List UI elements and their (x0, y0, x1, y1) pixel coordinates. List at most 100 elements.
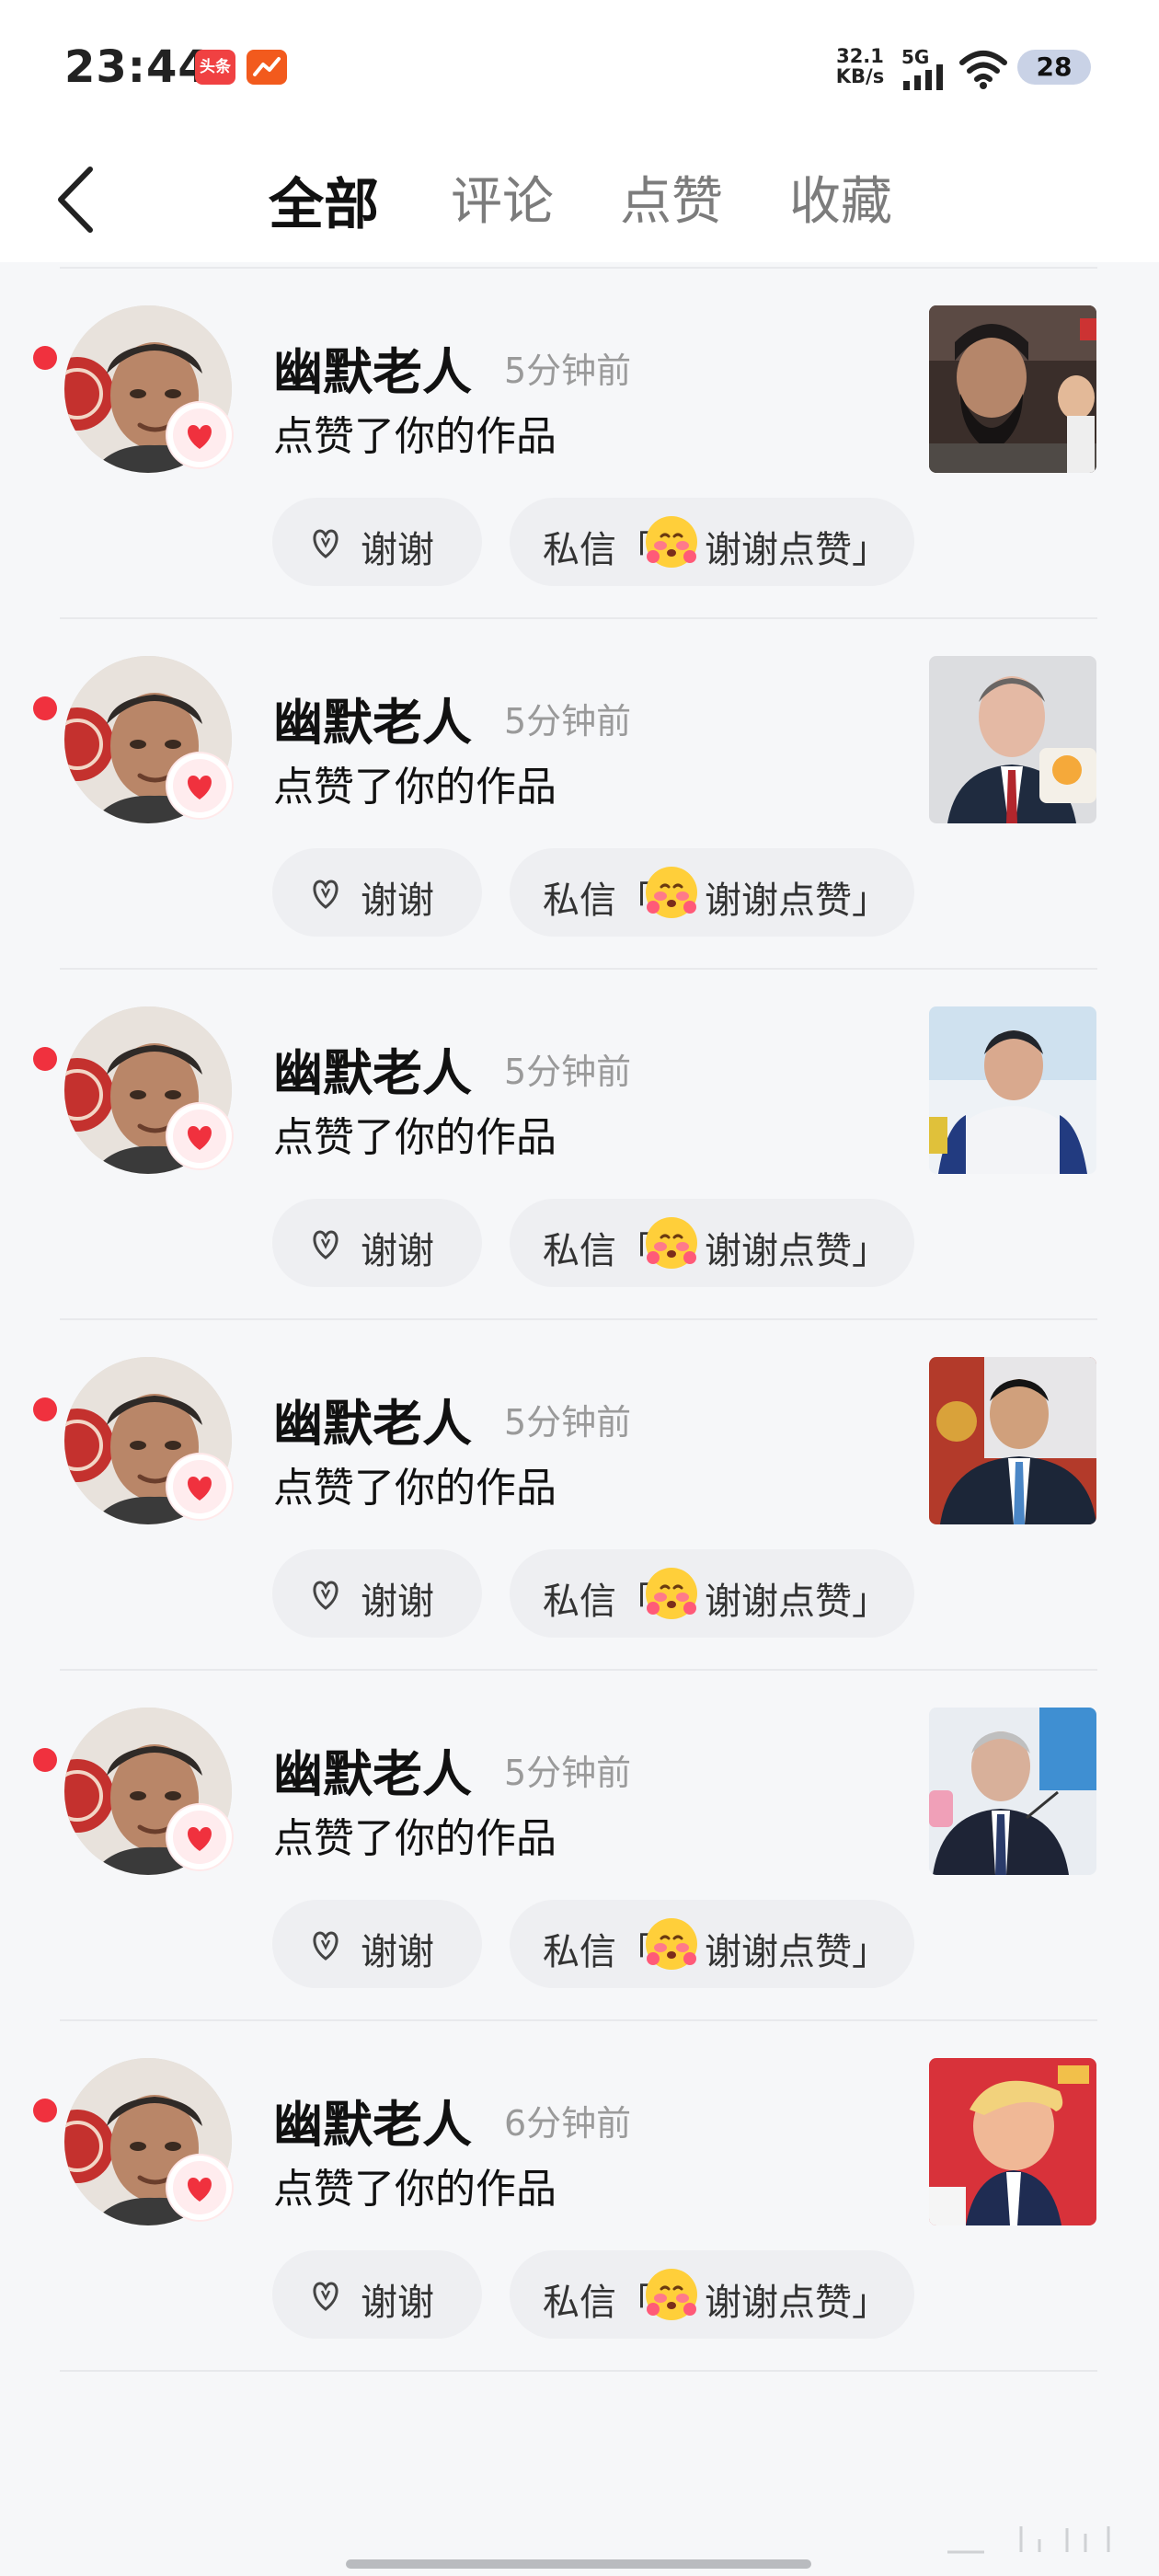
username[interactable]: 幽默老人 (273, 1032, 472, 1105)
blushing-emoji-icon (646, 2269, 697, 2320)
status-bar: 23:44 头条 32.1 KB/s 5G 28 (0, 0, 1159, 138)
action-text: 点赞了你的作品 (273, 1114, 557, 1161)
unread-dot (33, 346, 57, 370)
tab-comments[interactable]: 评论 (451, 160, 554, 235)
thanks-label: 谢谢 (361, 1581, 434, 1623)
notifications-screen: 点赞了你的作品谢谢私信「谢谢点赞」幽默老人5分钟前点赞了你的作品谢谢私信「谢谢点… (0, 0, 1159, 2576)
signal-icon (903, 64, 943, 90)
dm-thanks-button[interactable]: 私信「 谢谢点赞」 (510, 1549, 914, 1638)
network-speed-unit: KB/s (835, 65, 885, 87)
username[interactable]: 幽默老人 (273, 2084, 472, 2156)
work-thumbnail[interactable] (929, 1006, 1096, 1174)
heart-outline-icon (307, 1575, 344, 1612)
thanks-label: 谢谢 (361, 2282, 434, 2324)
home-indicator[interactable] (346, 2559, 811, 2569)
thanks-label: 谢谢 (361, 1931, 434, 1973)
tab-all[interactable]: 全部 (269, 160, 379, 240)
time-ago: 6分钟前 (504, 2103, 632, 2144)
heart-outline-icon (307, 874, 344, 911)
thanks-button[interactable]: 谢谢 (272, 1199, 482, 1287)
like-badge (167, 403, 232, 467)
network-speed: 32.1 KB/s (832, 46, 888, 86)
list-item[interactable]: 幽默老人 5分钟前点赞了你的作品谢谢 私信「 谢谢点赞」 (0, 1320, 1159, 1671)
blushing-emoji-icon (646, 1217, 697, 1269)
thanks-label: 谢谢 (361, 880, 434, 922)
action-text: 点赞了你的作品 (273, 764, 557, 811)
list-item[interactable]: 幽默老人 5分钟前 点赞了你的作品 谢谢 私信「 谢谢点赞」 (0, 1671, 1159, 2021)
action-text: 点赞了你的作品 (273, 1465, 557, 1512)
list-item[interactable]: 幽默老人 6分钟前 点赞了你的作品 谢谢 私信「 谢谢点赞」 (0, 2021, 1159, 2372)
watermark-lines (947, 2526, 1110, 2554)
work-thumbnail[interactable] (929, 2058, 1096, 2225)
username[interactable]: 幽默老人 (273, 331, 472, 404)
username[interactable]: 幽默老人 (273, 1733, 472, 1806)
clock: 23:44 (64, 41, 210, 93)
like-badge (167, 753, 232, 818)
tab-likes[interactable]: 点赞 (620, 160, 723, 235)
dm-prefix: 私信「 (543, 880, 653, 922)
blushing-emoji-icon (646, 516, 697, 568)
time-ago: 5分钟前 (504, 351, 632, 391)
work-thumbnail[interactable] (929, 1708, 1096, 1875)
dm-thanks-button[interactable]: 私信「 谢谢点赞」 (510, 1199, 914, 1287)
dm-thanks-button[interactable]: 私信「 谢谢点赞」 (510, 498, 914, 586)
thanks-button[interactable]: 谢谢 (272, 1900, 482, 1988)
heart-outline-icon (307, 1225, 344, 1261)
username[interactable]: 幽默老人 (273, 1383, 472, 1455)
dm-prefix: 私信「 (543, 1230, 653, 1272)
heart-outline-icon (307, 2276, 344, 2313)
dm-message: 谢谢点赞」 (705, 1581, 889, 1623)
action-text: 点赞了你的作品 (273, 413, 557, 460)
thanks-button[interactable]: 谢谢 (272, 1549, 482, 1638)
work-thumbnail[interactable] (929, 305, 1096, 473)
dm-message: 谢谢点赞」 (705, 529, 889, 571)
divider (60, 2370, 1097, 2372)
like-badge (167, 1104, 232, 1168)
thanks-button[interactable]: 谢谢 (272, 498, 482, 586)
thanks-button[interactable]: 谢谢 (272, 2250, 482, 2339)
like-badge (167, 1805, 232, 1869)
list-item[interactable]: 幽默老人 5分钟前 点赞了你的作品 谢谢 私信「 谢谢点赞」 (0, 970, 1159, 1320)
dm-message: 谢谢点赞」 (705, 880, 889, 922)
thanks-label: 谢谢 (361, 529, 434, 571)
thanks-button[interactable]: 谢谢 (272, 848, 482, 937)
dm-prefix: 私信「 (543, 1931, 653, 1973)
tab-favorites[interactable]: 收藏 (789, 160, 892, 235)
unread-dot (33, 1397, 57, 1421)
list-item[interactable]: 幽默老人 5分钟前 点赞了你的作品 谢谢 私信「 谢谢点赞」 (0, 619, 1159, 970)
like-badge (167, 1455, 232, 1519)
dm-prefix: 私信「 (543, 2282, 653, 2324)
heart-outline-icon (307, 523, 344, 560)
thanks-label: 谢谢 (361, 1230, 434, 1272)
unread-dot (33, 2099, 57, 2122)
unread-dot (33, 696, 57, 720)
list-item[interactable]: 幽默老人 5分钟前点赞了你的作品谢谢 私信「 谢谢点赞」 (0, 269, 1159, 619)
network-speed-value: 32.1 (836, 45, 884, 67)
blushing-emoji-icon (646, 867, 697, 918)
like-badge (167, 2156, 232, 2220)
time-ago: 5分钟前 (504, 1402, 632, 1443)
username[interactable]: 幽默老人 (273, 682, 472, 754)
dm-thanks-button[interactable]: 私信「 谢谢点赞」 (510, 848, 914, 937)
blushing-emoji-icon (646, 1568, 697, 1619)
top-nav: 全部 评论 点赞 收藏 (0, 138, 1159, 262)
unread-dot (33, 1748, 57, 1772)
battery-indicator: 28 (1017, 50, 1091, 85)
blushing-emoji-icon (646, 1918, 697, 1970)
chevron-left-icon (58, 167, 93, 233)
work-thumbnail[interactable] (929, 1357, 1096, 1524)
unread-dot (33, 1047, 57, 1071)
dm-message: 谢谢点赞」 (705, 1931, 889, 1973)
dm-prefix: 私信「 (543, 529, 653, 571)
action-text: 点赞了你的作品 (273, 1815, 557, 1862)
trend-app-icon (247, 50, 287, 85)
dm-message: 谢谢点赞」 (705, 2282, 889, 2324)
dm-thanks-button[interactable]: 私信「 谢谢点赞」 (510, 1900, 914, 1988)
work-thumbnail[interactable] (929, 656, 1096, 823)
toutiao-app-icon: 头条 (195, 50, 235, 85)
wifi-icon (959, 51, 1007, 89)
dm-thanks-button[interactable]: 私信「 谢谢点赞」 (510, 2250, 914, 2339)
back-button[interactable] (46, 158, 110, 241)
heart-outline-icon (307, 1926, 344, 1962)
dm-message: 谢谢点赞」 (705, 1230, 889, 1272)
